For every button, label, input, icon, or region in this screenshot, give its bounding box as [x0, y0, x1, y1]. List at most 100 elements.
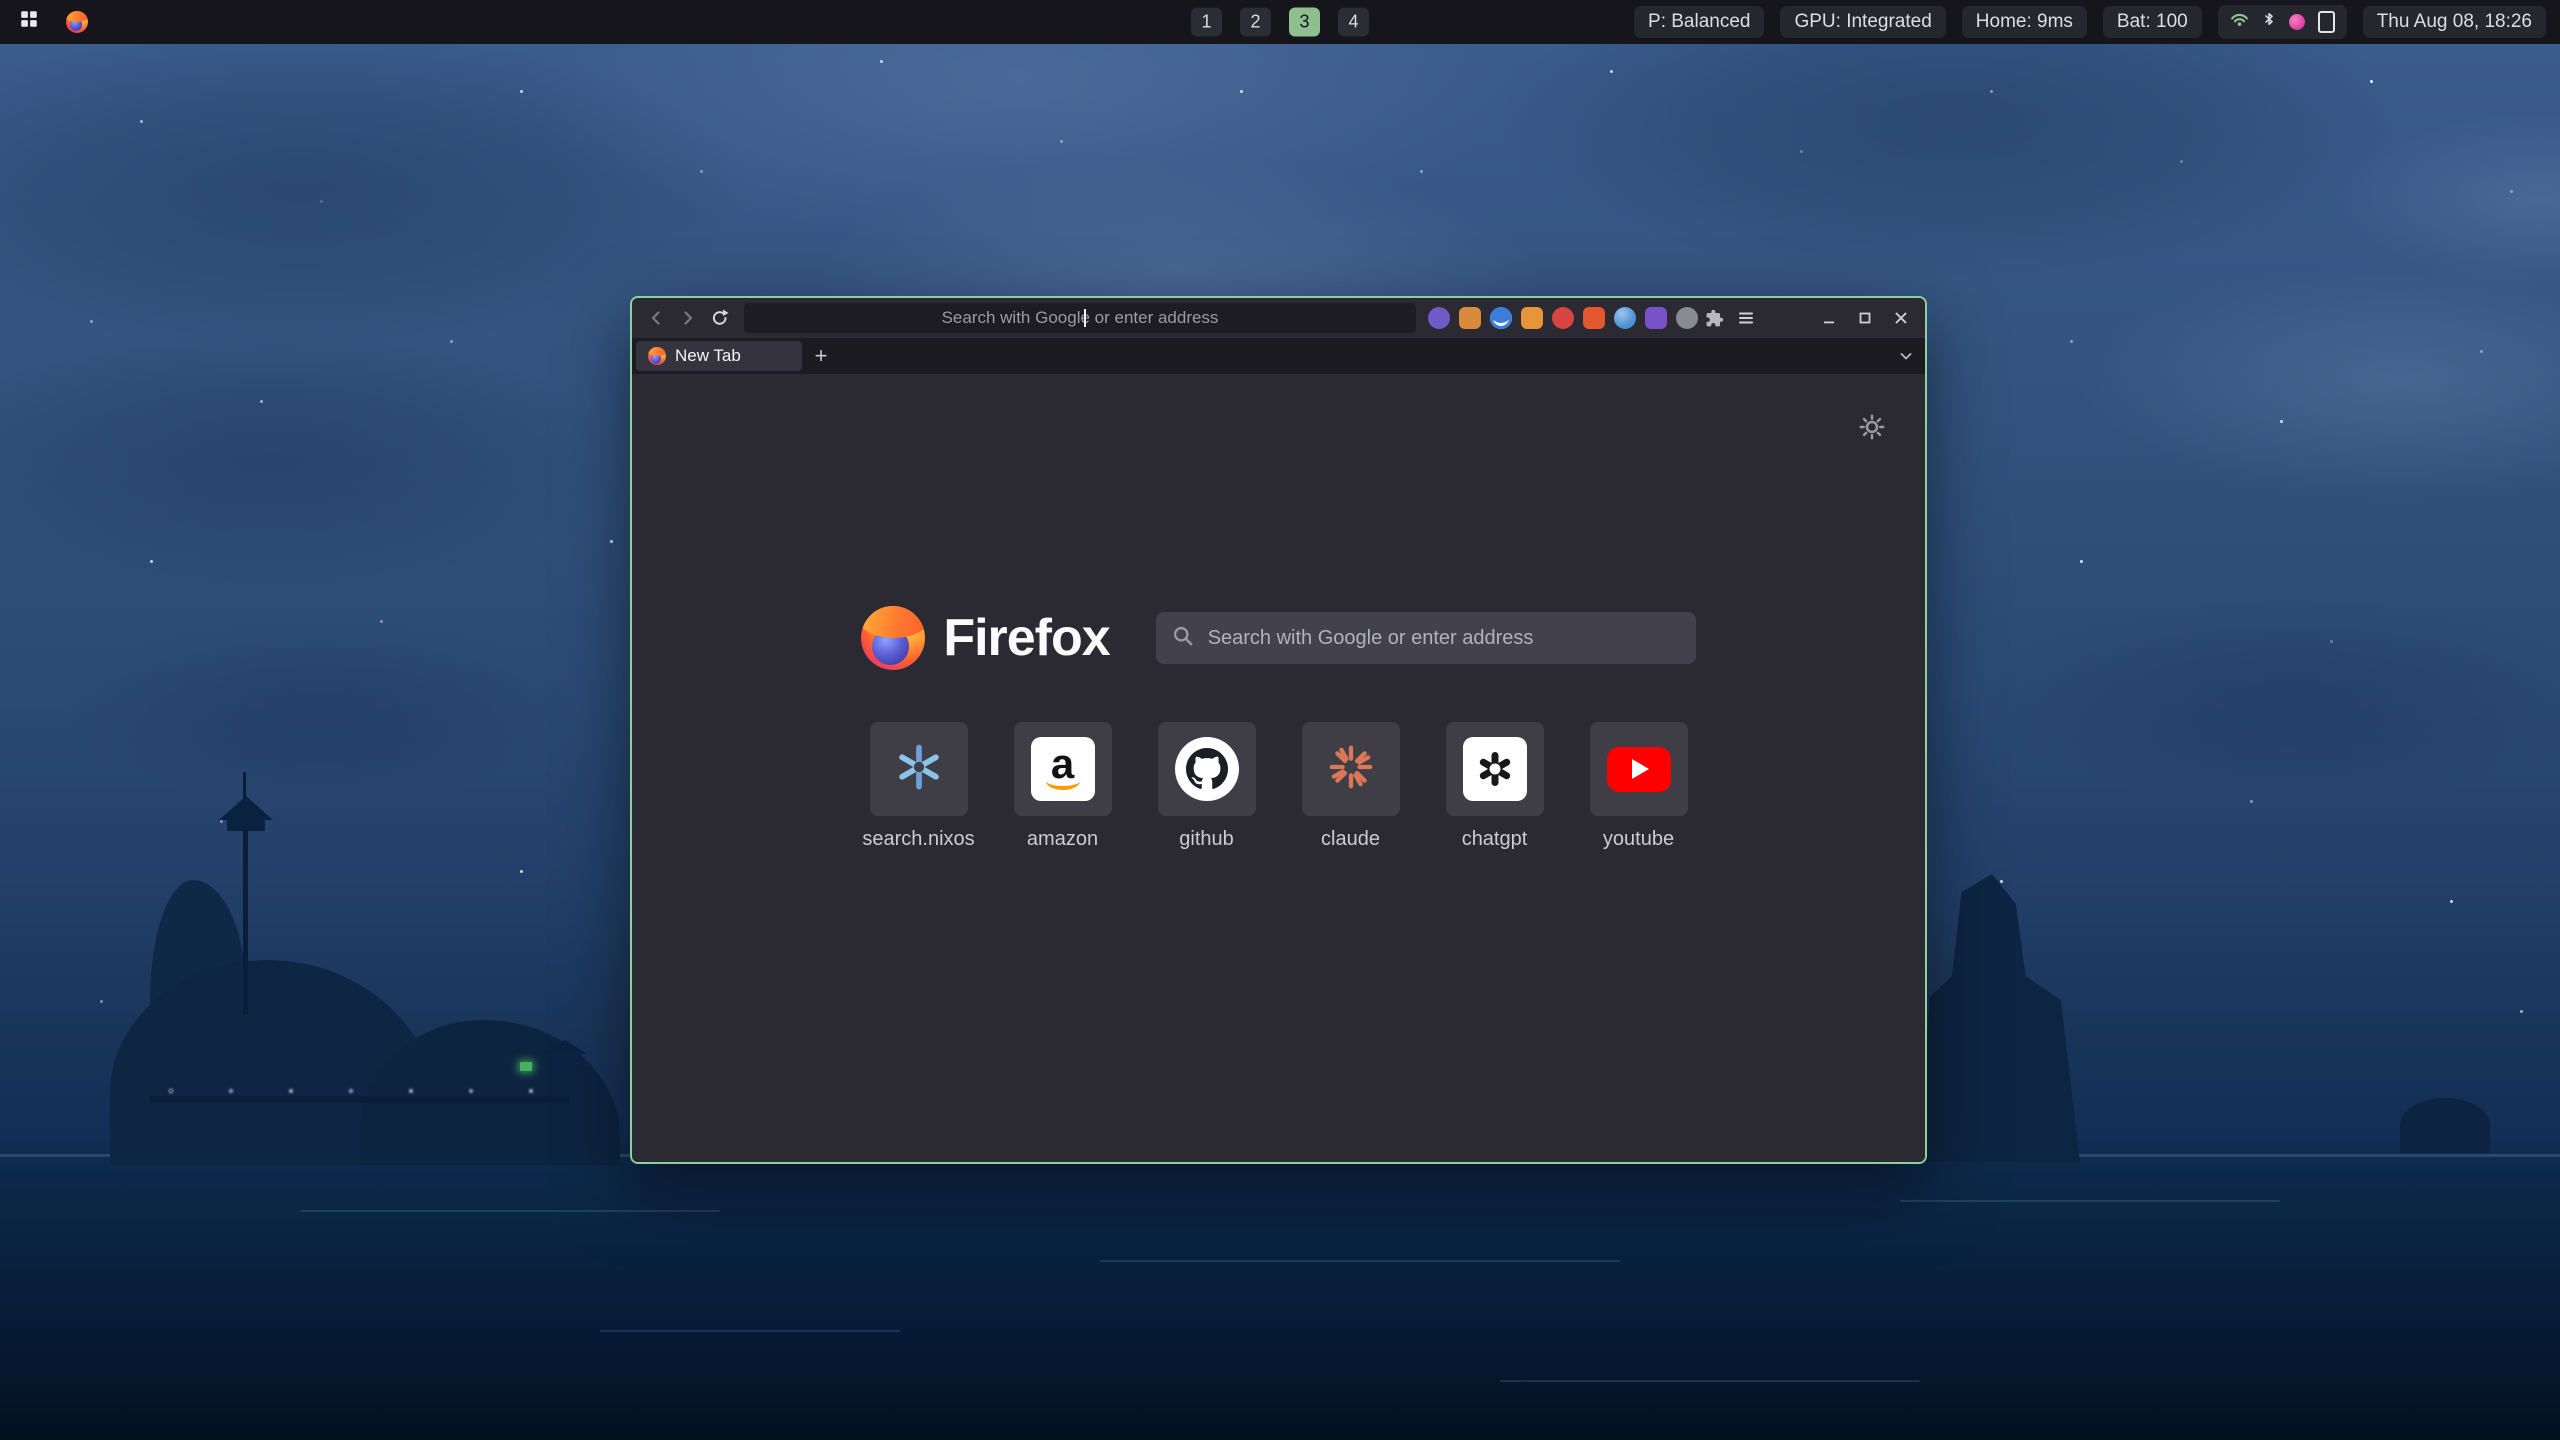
- search-icon: [1172, 625, 1194, 652]
- newtab-page: Firefox search.nixos: [632, 374, 1925, 1162]
- shortcut-label: chatgpt: [1462, 828, 1528, 851]
- shortcut-label: youtube: [1603, 828, 1674, 851]
- clock: Thu Aug 08, 18:26: [2363, 6, 2546, 38]
- hut: [548, 1052, 582, 1076]
- tab-title: New Tab: [675, 346, 741, 366]
- wifi-icon[interactable]: [2230, 11, 2249, 33]
- extension-icon[interactable]: [1428, 307, 1450, 329]
- minimize-button[interactable]: [1813, 303, 1845, 333]
- extension-icon[interactable]: [1645, 307, 1667, 329]
- shortcut-claude[interactable]: claude: [1302, 722, 1400, 851]
- workspace-4[interactable]: 4: [1338, 8, 1369, 37]
- shortcut-tiles: search.nixos a amazon: [632, 722, 1925, 851]
- reload-button[interactable]: [704, 303, 736, 333]
- list-all-tabs-button[interactable]: [1891, 341, 1921, 371]
- cloud: [60, 620, 580, 800]
- system-tray: [2218, 5, 2347, 39]
- window-controls: [1813, 303, 1917, 333]
- extension-icon[interactable]: [1552, 307, 1574, 329]
- back-button[interactable]: [640, 303, 672, 333]
- close-button[interactable]: [1885, 303, 1917, 333]
- menu-button[interactable]: [1730, 303, 1762, 333]
- ocean-shimmer: [300, 1210, 720, 1212]
- shortcut-label: amazon: [1027, 828, 1098, 851]
- extension-icon[interactable]: [1459, 307, 1481, 329]
- urlbar-placeholder: Search with Google or enter address: [942, 308, 1219, 328]
- color-dot-icon[interactable]: [2289, 14, 2305, 30]
- forward-button[interactable]: [672, 303, 704, 333]
- battery-indicator: Bat: 100: [2103, 6, 2202, 38]
- extensions-puzzle-icon: [1705, 309, 1724, 328]
- text-caret: [1084, 309, 1086, 327]
- shortcut-search-nixos[interactable]: search.nixos: [870, 722, 968, 851]
- shortcut-amazon[interactable]: a amazon: [1014, 722, 1112, 851]
- newtab-search-input[interactable]: [1206, 626, 1680, 651]
- latency-indicator: Home: 9ms: [1962, 6, 2087, 38]
- apps-grid-icon: [19, 9, 39, 35]
- cliff-right: [1920, 862, 2080, 1162]
- bridge-lights: [170, 1090, 172, 1092]
- island-bridge: [150, 1096, 570, 1103]
- watchtower-roof: [219, 796, 273, 820]
- firefox-wordmark: Firefox: [943, 608, 1109, 668]
- cloud: [2080, 260, 2560, 500]
- workspace-switcher: 1 2 3 4: [1191, 8, 1369, 37]
- statusbar: 1 2 3 4 P: Balanced GPU: Integrated Home…: [0, 0, 2560, 44]
- workspace-2[interactable]: 2: [1240, 8, 1271, 37]
- chatgpt-knot-icon: [1463, 737, 1527, 801]
- tab-new-tab[interactable]: New Tab: [636, 341, 802, 371]
- workspace-1[interactable]: 1: [1191, 8, 1222, 37]
- watchtower-pole: [243, 830, 248, 1015]
- statusbar-left: [14, 7, 92, 37]
- firefox-window: Search with Google or enter address: [630, 296, 1927, 1164]
- power-profile-indicator: P: Balanced: [1634, 6, 1764, 38]
- ocean-shimmer: [1900, 1200, 2280, 1202]
- tab-favicon-firefox-icon: [648, 347, 666, 365]
- extension-icon[interactable]: [1521, 307, 1543, 329]
- maximize-icon: [1856, 309, 1874, 327]
- maximize-button[interactable]: [1849, 303, 1881, 333]
- newtab-search[interactable]: [1156, 612, 1696, 664]
- new-tab-button[interactable]: +: [806, 341, 836, 371]
- newtab-hero: Firefox: [632, 606, 1925, 670]
- shortcut-label: github: [1179, 828, 1234, 851]
- shortcut-label: search.nixos: [862, 828, 974, 851]
- gpu-indicator: GPU: Integrated: [1780, 6, 1945, 38]
- tablet-icon[interactable]: [2318, 11, 2335, 33]
- back-icon: [646, 308, 666, 328]
- youtube-play-icon: [1607, 747, 1671, 792]
- shortcut-github[interactable]: github: [1158, 722, 1256, 851]
- statusbar-right: P: Balanced GPU: Integrated Home: 9ms Ba…: [1634, 5, 2546, 39]
- extension-icon[interactable]: [1676, 307, 1698, 329]
- browser-toolbar: Search with Google or enter address: [632, 298, 1925, 338]
- bluetooth-icon[interactable]: [2262, 10, 2276, 34]
- apps-launcher-button[interactable]: [14, 7, 44, 37]
- extension-icon[interactable]: [1583, 307, 1605, 329]
- reload-icon: [710, 308, 730, 328]
- shortcut-chatgpt[interactable]: chatgpt: [1446, 722, 1544, 851]
- firefox-launcher-button[interactable]: [62, 7, 92, 37]
- shortcut-label: claude: [1321, 828, 1380, 851]
- islet-far-right: [2400, 1098, 2490, 1153]
- desktop: 1 2 3 4 P: Balanced GPU: Integrated Home…: [0, 0, 2560, 1440]
- forward-icon: [678, 308, 698, 328]
- extension-icon[interactable]: [1490, 307, 1512, 329]
- extensions-button[interactable]: [1698, 303, 1730, 333]
- shortcut-youtube[interactable]: youtube: [1590, 722, 1688, 851]
- urlbar[interactable]: Search with Google or enter address: [744, 303, 1416, 333]
- workspace-3[interactable]: 3: [1289, 8, 1320, 37]
- claude-starburst-icon: [1327, 743, 1375, 796]
- cloud: [0, 330, 620, 590]
- minimize-icon: [1820, 309, 1838, 327]
- cloud: [1980, 600, 2560, 800]
- extension-icons: [1428, 307, 1698, 329]
- ocean-shimmer: [600, 1330, 900, 1332]
- firefox-icon: [66, 11, 88, 33]
- menu-icon: [1737, 309, 1755, 327]
- personalize-button[interactable]: [1855, 410, 1889, 444]
- amazon-icon: a: [1031, 737, 1095, 801]
- ocean-shimmer: [1100, 1260, 1620, 1262]
- tab-bar: New Tab +: [632, 338, 1925, 374]
- ocean-shimmer: [1500, 1380, 1920, 1382]
- extension-icon[interactable]: [1614, 307, 1636, 329]
